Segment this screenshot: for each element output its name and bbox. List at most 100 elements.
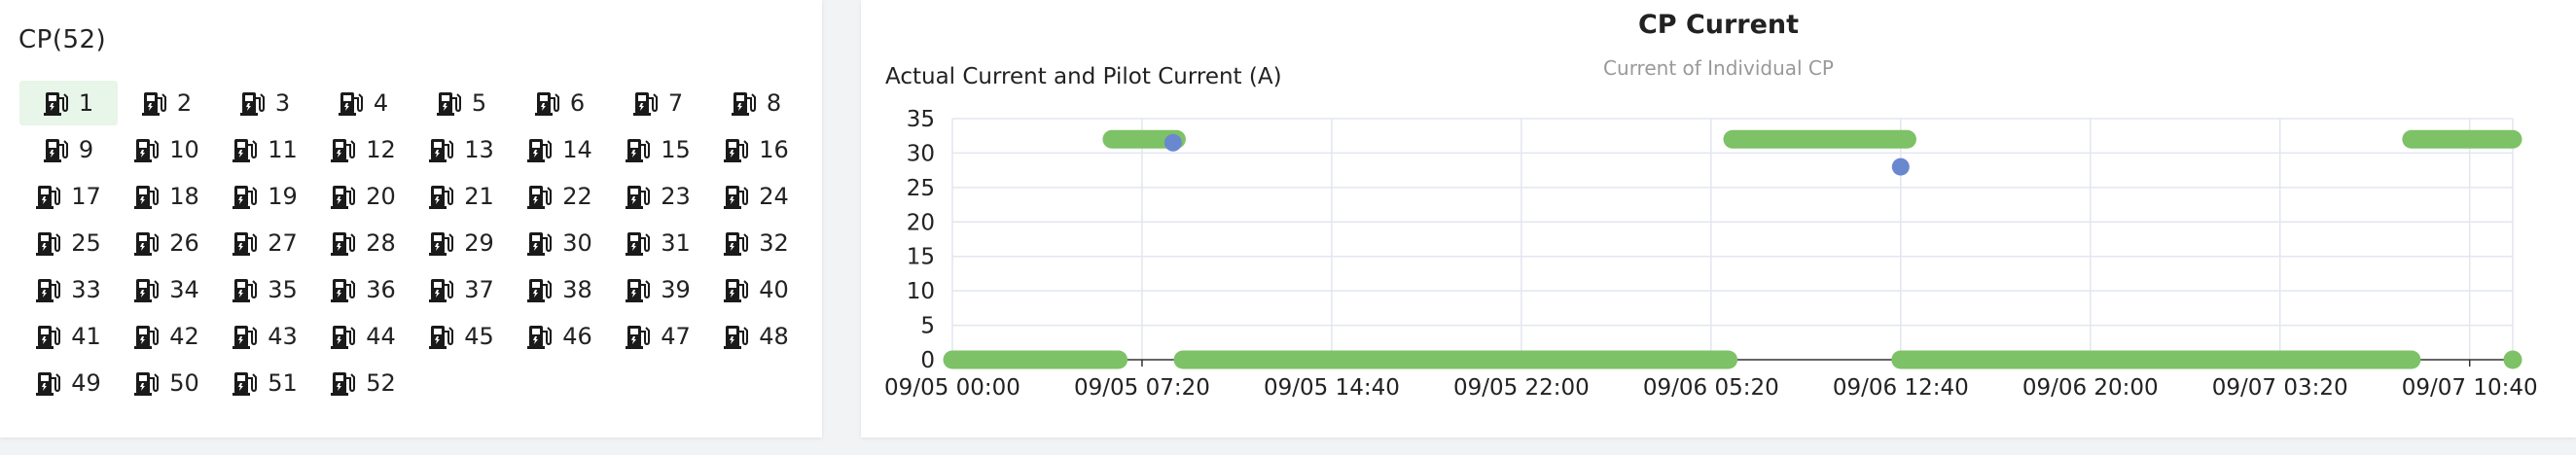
charging-pump-icon bbox=[134, 369, 160, 397]
charging-pump-icon bbox=[527, 323, 553, 350]
cp-item-label: 12 bbox=[366, 136, 396, 163]
cp-item-label: 7 bbox=[667, 89, 684, 117]
charging-pump-icon bbox=[239, 89, 266, 117]
cp-item-25[interactable]: 25 bbox=[19, 221, 118, 265]
cp-current-chart-panel: CP Current Current of Individual CP Actu… bbox=[861, 0, 2576, 438]
cp-item-34[interactable]: 34 bbox=[118, 267, 216, 312]
cp-item-1[interactable]: 1 bbox=[19, 81, 118, 125]
cp-item-17[interactable]: 17 bbox=[19, 174, 118, 219]
charging-pump-icon bbox=[436, 89, 462, 117]
cp-item-36[interactable]: 36 bbox=[314, 267, 412, 312]
y-tick-label: 30 bbox=[907, 141, 935, 166]
cp-item-44[interactable]: 44 bbox=[314, 314, 412, 359]
cp-item-23[interactable]: 23 bbox=[609, 174, 707, 219]
charging-pump-icon bbox=[134, 229, 160, 257]
cp-item-label: 36 bbox=[366, 276, 396, 303]
charging-pump-icon bbox=[233, 323, 258, 350]
y-tick-label: 15 bbox=[907, 245, 935, 270]
cp-item-21[interactable]: 21 bbox=[412, 174, 511, 219]
cp-item-8[interactable]: 8 bbox=[707, 81, 805, 125]
cp-item-37[interactable]: 37 bbox=[412, 267, 511, 312]
cp-item-10[interactable]: 10 bbox=[118, 127, 216, 172]
cp-item-48[interactable]: 48 bbox=[707, 314, 805, 359]
cp-item-24[interactable]: 24 bbox=[707, 174, 805, 219]
cp-item-51[interactable]: 51 bbox=[216, 361, 314, 405]
cp-item-label: 27 bbox=[268, 229, 298, 257]
cp-item-label: 11 bbox=[268, 136, 298, 163]
cp-item-18[interactable]: 18 bbox=[118, 174, 216, 219]
cp-item-46[interactable]: 46 bbox=[511, 314, 609, 359]
cp-item-43[interactable]: 43 bbox=[216, 314, 314, 359]
x-tick-label: 09/05 14:40 bbox=[1264, 375, 1400, 401]
charging-pump-icon bbox=[331, 276, 356, 303]
cp-item-label: 8 bbox=[766, 89, 782, 117]
cp-item-12[interactable]: 12 bbox=[314, 127, 412, 172]
cp-item-49[interactable]: 49 bbox=[19, 361, 118, 405]
cp-item-27[interactable]: 27 bbox=[216, 221, 314, 265]
cp-item-label: 45 bbox=[464, 323, 494, 350]
charging-pump-icon bbox=[527, 136, 553, 163]
cp-item-9[interactable]: 9 bbox=[19, 127, 118, 172]
charging-pump-icon bbox=[731, 89, 757, 117]
cp-item-label: 41 bbox=[71, 323, 101, 350]
cp-grid: 1 2 3 4 5 6 7 8 9 10 11 12 13 14 15 16 17 18 19 20 21 22 23 24 2… bbox=[19, 81, 805, 407]
cp-item-52[interactable]: 52 bbox=[314, 361, 412, 405]
charging-pump-icon bbox=[331, 229, 356, 257]
y-tick-label: 20 bbox=[907, 210, 935, 235]
cp-item-30[interactable]: 30 bbox=[511, 221, 609, 265]
cp-item-3[interactable]: 3 bbox=[216, 81, 314, 125]
cp-item-7[interactable]: 7 bbox=[609, 81, 707, 125]
cp-item-11[interactable]: 11 bbox=[216, 127, 314, 172]
cp-item-label: 17 bbox=[71, 183, 101, 210]
cp-item-20[interactable]: 20 bbox=[314, 174, 412, 219]
cp-item-29[interactable]: 29 bbox=[412, 221, 511, 265]
cp-item-label: 43 bbox=[268, 323, 298, 350]
cp-item-label: 26 bbox=[169, 229, 199, 257]
cp-item-label: 48 bbox=[759, 323, 789, 350]
cp-item-4[interactable]: 4 bbox=[314, 81, 412, 125]
cp-item-label: 35 bbox=[268, 276, 298, 303]
cp-item-45[interactable]: 45 bbox=[412, 314, 511, 359]
cp-item-19[interactable]: 19 bbox=[216, 174, 314, 219]
cp-item-15[interactable]: 15 bbox=[609, 127, 707, 172]
series-blue-point bbox=[1163, 133, 1182, 152]
cp-current-chart: 0 5 10 15 20 25 30 35 09/05 00:00 09/05 07:20 09/0… bbox=[884, 107, 2538, 401]
cp-item-16[interactable]: 16 bbox=[707, 127, 805, 172]
y-tick-label: 5 bbox=[920, 314, 935, 339]
charging-pump-icon bbox=[43, 89, 69, 117]
cp-item-38[interactable]: 38 bbox=[511, 267, 609, 312]
cp-item-label: 52 bbox=[366, 369, 396, 397]
x-tick-label: 09/07 03:20 bbox=[2212, 375, 2348, 401]
cp-item-5[interactable]: 5 bbox=[412, 81, 511, 125]
cp-item-26[interactable]: 26 bbox=[118, 221, 216, 265]
cp-item-14[interactable]: 14 bbox=[511, 127, 609, 172]
charging-pump-icon bbox=[233, 136, 258, 163]
charging-pump-icon bbox=[724, 229, 749, 257]
cp-item-31[interactable]: 31 bbox=[609, 221, 707, 265]
cp-item-42[interactable]: 42 bbox=[118, 314, 216, 359]
cp-item-label: 14 bbox=[562, 136, 592, 163]
cp-item-32[interactable]: 32 bbox=[707, 221, 805, 265]
charging-pump-icon bbox=[626, 323, 651, 350]
cp-item-41[interactable]: 41 bbox=[19, 314, 118, 359]
cp-item-22[interactable]: 22 bbox=[511, 174, 609, 219]
cp-item-label: 46 bbox=[562, 323, 592, 350]
cp-item-2[interactable]: 2 bbox=[118, 81, 216, 125]
cp-item-6[interactable]: 6 bbox=[511, 81, 609, 125]
charging-pump-icon bbox=[36, 276, 61, 303]
cp-item-35[interactable]: 35 bbox=[216, 267, 314, 312]
cp-item-40[interactable]: 40 bbox=[707, 267, 805, 312]
cp-item-33[interactable]: 33 bbox=[19, 267, 118, 312]
cp-item-47[interactable]: 47 bbox=[609, 314, 707, 359]
cp-item-13[interactable]: 13 bbox=[412, 127, 511, 172]
cp-item-39[interactable]: 39 bbox=[609, 267, 707, 312]
cp-item-label: 23 bbox=[661, 183, 691, 210]
cp-item-label: 28 bbox=[366, 229, 396, 257]
cp-item-label: 25 bbox=[71, 229, 101, 257]
cp-item-28[interactable]: 28 bbox=[314, 221, 412, 265]
x-tick-label: 09/05 00:00 bbox=[884, 375, 1020, 401]
y-tick-label: 25 bbox=[907, 176, 935, 201]
cp-item-label: 19 bbox=[268, 183, 298, 210]
cp-item-label: 34 bbox=[169, 276, 199, 303]
cp-item-50[interactable]: 50 bbox=[118, 361, 216, 405]
